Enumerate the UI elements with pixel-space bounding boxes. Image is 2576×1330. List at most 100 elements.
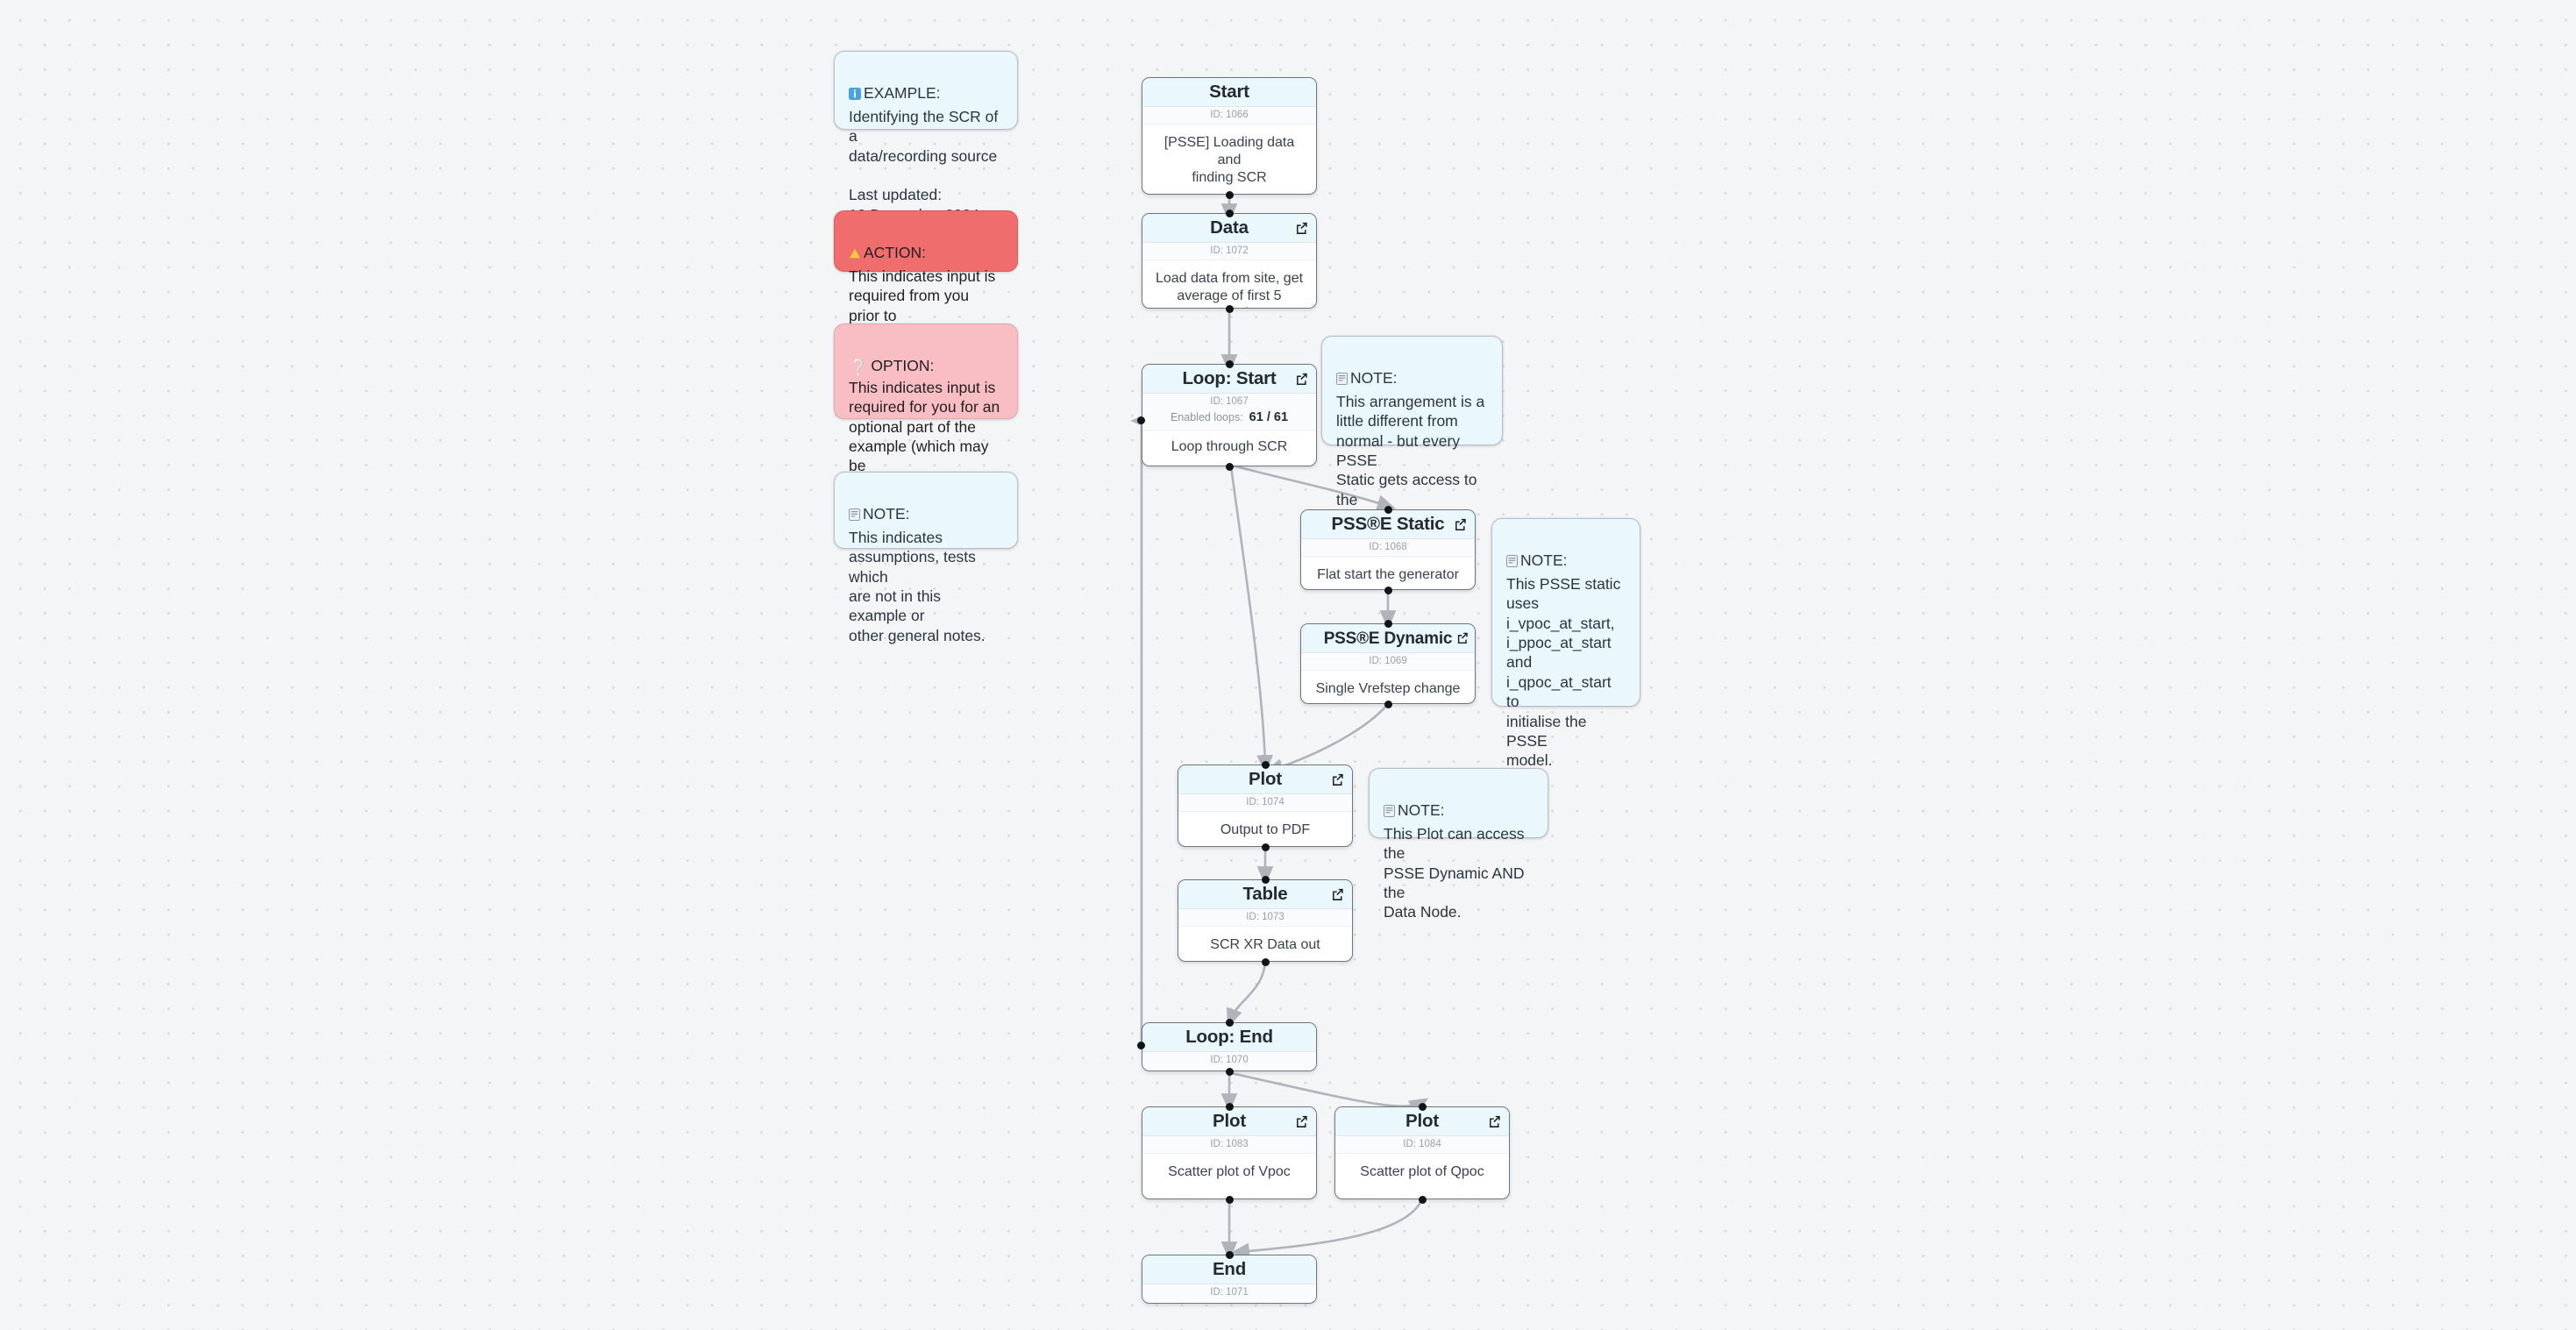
node-loops-loop-start: Enabled loops: 61 / 61: [1142, 410, 1316, 430]
open-external-icon-table[interactable]: [1331, 888, 1344, 901]
node-title-table: Table: [1242, 883, 1288, 904]
node-data[interactable]: Data ID: 1072 Load data from site, get a…: [1142, 213, 1317, 309]
legend-title-text-action: ACTION:: [864, 244, 926, 262]
port-psse-static-top[interactable]: [1384, 506, 1392, 514]
warning-icon: [849, 245, 861, 264]
node-body-plot-pdf: Output to PDF: [1220, 822, 1311, 838]
port-loop-start-left[interactable]: [1137, 416, 1145, 424]
legend-title-note: NOTE:: [849, 504, 1003, 525]
note-card-psse-static[interactable]: NOTE: This PSSE static uses i_vpoc_at_sta…: [1491, 518, 1640, 769]
open-external-icon-data[interactable]: [1295, 222, 1308, 235]
edge-loopstart-plot: [1229, 466, 1273, 774]
node-title-psse-static: PSS®E Static: [1331, 513, 1445, 534]
node-loop-end[interactable]: Loop: End ID: 1070: [1142, 1022, 1317, 1071]
node-plot-qpoc[interactable]: Plot ID: 1084 Scatter plot of Qpoc: [1334, 1106, 1510, 1199]
node-header-plot-pdf: Plot: [1178, 765, 1352, 794]
note-body-static: This PSSE static uses i_vpoc_at_start, i…: [1506, 574, 1621, 770]
port-table-bottom[interactable]: [1262, 958, 1270, 966]
port-loop-start-bottom[interactable]: [1226, 463, 1234, 471]
node-start[interactable]: Start ID: 1066 [PSSE] Loading data and f…: [1142, 77, 1317, 195]
node-id-plot-qpoc: ID: 1084: [1335, 1136, 1509, 1155]
edge-loopback: [1130, 412, 1149, 1045]
legend-card-note[interactable]: NOTE: This indicates assumptions, tests w…: [834, 472, 1018, 644]
note-title-static: NOTE:: [1506, 551, 1626, 572]
info-icon: [849, 85, 861, 104]
node-id-table: ID: 1073: [1178, 909, 1352, 928]
node-title-loop-end: Loop: End: [1185, 1026, 1273, 1047]
node-body-psse-dynamic: Single Vrefstep change: [1315, 681, 1461, 697]
port-loop-start-top[interactable]: [1226, 360, 1234, 368]
note-icon: [1336, 370, 1348, 389]
port-end-top[interactable]: [1226, 1251, 1234, 1259]
loops-label: Enabled loops:: [1170, 411, 1243, 424]
open-external-icon-plot-qpoc[interactable]: [1488, 1115, 1501, 1128]
port-plot-vpoc-top[interactable]: [1226, 1103, 1234, 1111]
node-title-plot-vpoc: Plot: [1213, 1110, 1246, 1131]
port-plot-qpoc-top[interactable]: [1419, 1103, 1427, 1111]
node-plot-vpoc[interactable]: Plot ID: 1083 Scatter plot of Vpoc: [1142, 1106, 1317, 1199]
node-id-plot-pdf: ID: 1074: [1178, 794, 1352, 813]
note-icon: [1384, 802, 1395, 821]
legend-title-text-example: EXAMPLE:: [864, 84, 941, 103]
node-id-psse-dynamic: ID: 1069: [1301, 653, 1475, 672]
node-end[interactable]: End ID: 1071: [1142, 1255, 1317, 1304]
port-loop-end-left[interactable]: [1137, 1042, 1145, 1049]
node-body-plot-vpoc: Scatter plot of Vpoc: [1168, 1164, 1291, 1180]
note-icon: [1506, 552, 1518, 572]
port-loop-end-bottom[interactable]: [1226, 1068, 1234, 1076]
node-plot-pdf[interactable]: Plot ID: 1074 Output to PDF: [1178, 765, 1353, 847]
port-psse-dynamic-top[interactable]: [1384, 620, 1392, 628]
node-header-loop-start: Loop: Start: [1142, 365, 1316, 394]
port-plot-qpoc-bottom[interactable]: [1419, 1196, 1427, 1204]
node-header-plot-qpoc: Plot: [1335, 1107, 1509, 1136]
legend-card-example[interactable]: EXAMPLE: Identifying the SCR of a data/re…: [834, 51, 1018, 224]
port-plot-pdf-bottom[interactable]: [1262, 843, 1270, 851]
open-external-icon-psse-dynamic[interactable]: [1456, 632, 1469, 645]
node-id-loop-start: ID: 1067: [1142, 394, 1316, 411]
node-header-table: Table: [1178, 880, 1352, 909]
node-header-psse-dynamic: PSS®E Dynamic: [1301, 624, 1475, 653]
note-card-loop-arrangement[interactable]: NOTE: This arrangement is a little differ…: [1321, 336, 1503, 548]
legend-card-action[interactable]: ACTION: This indicates input is required …: [834, 210, 1018, 344]
legend-title-text-note: NOTE:: [863, 505, 910, 523]
port-plot-pdf-top[interactable]: [1262, 761, 1270, 769]
node-header-end: End: [1142, 1255, 1316, 1284]
note-title-plot: NOTE:: [1384, 800, 1534, 821]
node-title-psse-dynamic: PSS®E Dynamic: [1323, 629, 1453, 648]
node-table[interactable]: Table ID: 1073 SCR XR Data out: [1178, 879, 1353, 962]
node-header-psse-static: PSS®E Static: [1301, 510, 1475, 539]
workflow-canvas[interactable]: EXAMPLE: Identifying the SCR of a data/re…: [0, 0, 2576, 1330]
port-psse-dynamic-bottom[interactable]: [1384, 701, 1392, 708]
node-header-start: Start: [1142, 78, 1316, 107]
port-plot-vpoc-bottom[interactable]: [1226, 1196, 1234, 1204]
port-start-bottom[interactable]: [1226, 191, 1234, 199]
port-data-top[interactable]: [1226, 210, 1234, 217]
note-card-plot-access[interactable]: NOTE: This Plot can access the PSSE Dynam…: [1369, 768, 1548, 921]
node-psse-dynamic[interactable]: PSS®E Dynamic ID: 1069 Single Vrefstep c…: [1300, 623, 1476, 704]
edge-table-loopend: [1226, 957, 1267, 1028]
node-psse-static[interactable]: PSS®E Static ID: 1068 Flat start the gen…: [1300, 509, 1476, 590]
open-external-icon-plot-pdf[interactable]: [1331, 773, 1344, 786]
node-title-data: Data: [1210, 217, 1249, 238]
edge-loopend-plotqpoc: [1230, 1071, 1429, 1115]
legend-title-example: EXAMPLE:: [849, 83, 1003, 104]
note-title-text-static: NOTE:: [1520, 551, 1568, 570]
node-header-loop-end: Loop: End: [1142, 1023, 1316, 1052]
open-external-icon-psse-static[interactable]: [1454, 518, 1467, 531]
open-external-icon-plot-vpoc[interactable]: [1295, 1115, 1308, 1128]
port-loop-end-top[interactable]: [1226, 1019, 1234, 1027]
port-table-top[interactable]: [1262, 876, 1270, 884]
node-id-end: ID: 1071: [1142, 1284, 1316, 1302]
port-psse-static-bottom[interactable]: [1384, 587, 1392, 594]
node-body-plot-qpoc: Scatter plot of Qpoc: [1360, 1164, 1484, 1180]
node-body-table: SCR XR Data out: [1210, 937, 1320, 953]
legend-body-note: This indicates assumptions, tests which …: [849, 528, 986, 644]
note-body-plot: This Plot can access the PSSE Dynamic AN…: [1384, 824, 1525, 921]
open-external-icon-loop-start[interactable]: [1295, 373, 1308, 386]
legend-card-option[interactable]: ❔ OPTION: This indicates input is required…: [834, 324, 1018, 494]
node-body-psse-static: Flat start the generator: [1317, 567, 1459, 583]
node-title-plot-pdf: Plot: [1249, 768, 1282, 789]
node-loop-start[interactable]: Loop: Start ID: 1067 Enabled loops: 61 / …: [1142, 364, 1317, 466]
port-data-bottom[interactable]: [1226, 305, 1234, 313]
node-title-start: Start: [1209, 81, 1249, 102]
